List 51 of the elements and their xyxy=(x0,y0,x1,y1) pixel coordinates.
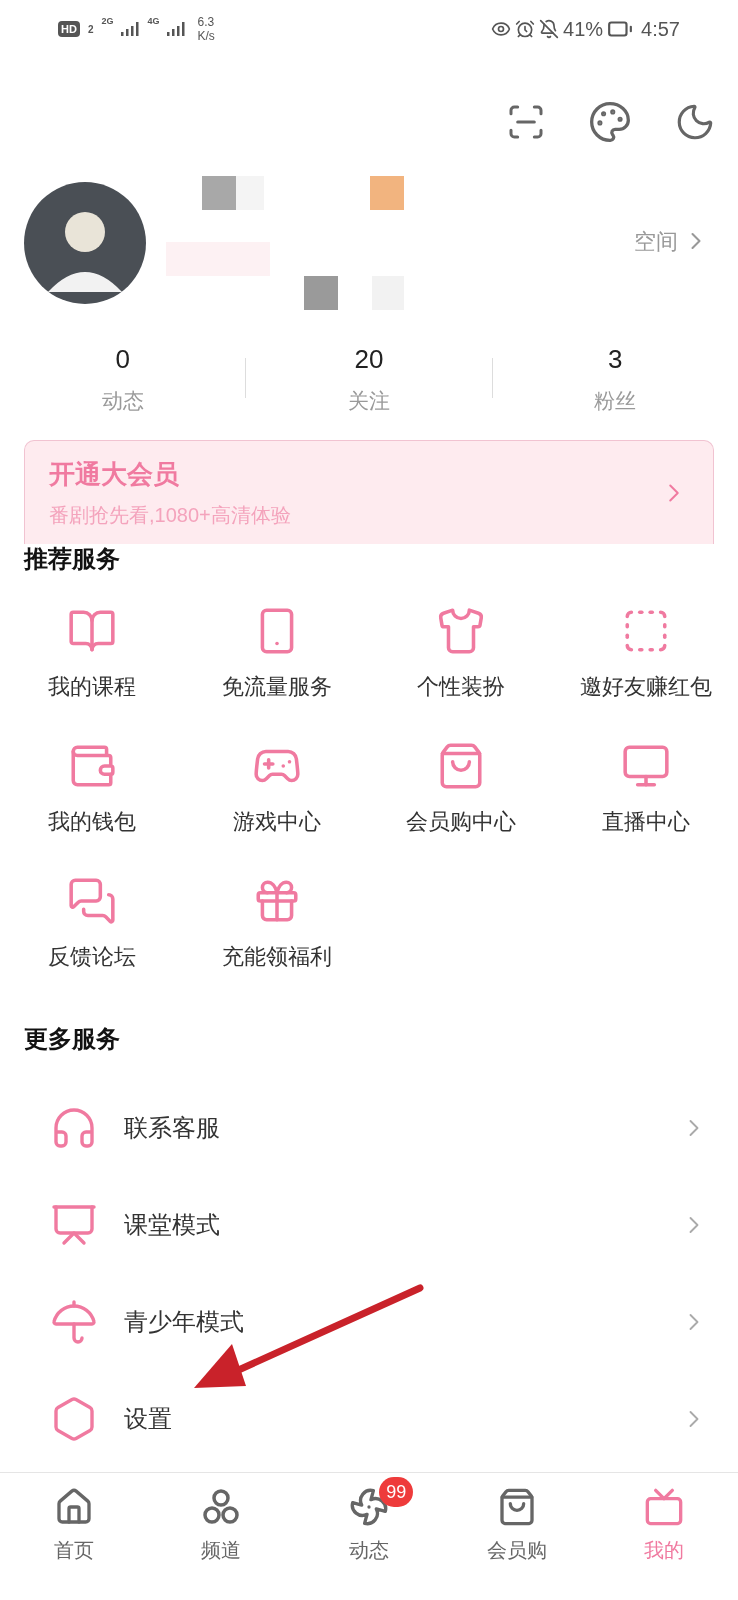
umbrella-icon xyxy=(50,1297,98,1346)
stat-item[interactable]: 3 粉丝 xyxy=(492,339,738,417)
service-item[interactable]: 游戏中心 xyxy=(184,741,369,838)
stat-value: 20 xyxy=(354,342,384,376)
count-badge: 99 xyxy=(379,1477,414,1507)
stat-value: 0 xyxy=(115,342,130,376)
service-item[interactable]: 个性装扮 xyxy=(369,606,554,703)
section-heading: 更多服务 xyxy=(23,1024,121,1054)
nav-tab[interactable]: 会员购 xyxy=(442,1473,591,1600)
signal-icon xyxy=(121,22,140,36)
vip-title: 开通大会员 xyxy=(49,458,180,491)
menu-row[interactable]: 课堂模式 xyxy=(0,1176,738,1273)
stat-label: 关注 xyxy=(348,387,390,414)
service-item[interactable]: 会员购中心 xyxy=(369,741,554,838)
stat-value: 3 xyxy=(608,342,623,376)
network-label: 4G xyxy=(147,15,160,28)
nav-tab[interactable]: 动态 99 xyxy=(295,1473,443,1600)
clock-time: 4:57 xyxy=(641,17,680,42)
stat-label: 动态 xyxy=(101,387,144,414)
stat-label: 粉丝 xyxy=(594,387,637,414)
sim-number: 2 xyxy=(87,22,94,37)
menu-row[interactable]: 联系客服 xyxy=(0,1079,738,1176)
palette-icon xyxy=(588,100,632,144)
tv-icon xyxy=(644,1487,685,1527)
chat-icon xyxy=(67,876,118,926)
alarm-icon xyxy=(515,19,536,39)
bell-off-icon xyxy=(539,19,560,39)
speed-unit: K/s xyxy=(197,29,215,43)
battery-percent: 41% xyxy=(563,17,604,42)
service-item[interactable]: 直播中心 xyxy=(553,741,738,838)
network-label: 2G xyxy=(101,15,114,28)
pinwheel-icon xyxy=(349,1487,389,1527)
eye-icon xyxy=(491,19,512,39)
speed-value: 6.3 xyxy=(197,15,215,29)
menu-row[interactable]: 设置 xyxy=(0,1370,738,1467)
service-item[interactable]: 反馈论坛 xyxy=(0,876,185,973)
three-circles-icon xyxy=(201,1487,242,1527)
service-item[interactable]: 充能领福利 xyxy=(184,876,369,973)
menu-row[interactable]: 青少年模式 xyxy=(0,1273,738,1370)
stat-item[interactable]: 0 动态 xyxy=(0,339,246,417)
service-item[interactable]: 免流量服务 xyxy=(184,606,369,703)
stat-item[interactable]: 20 关注 xyxy=(246,339,492,417)
vip-subtitle: 番剧抢先看,1080+高清体验 xyxy=(49,503,292,528)
nav-tab[interactable]: 首页 xyxy=(0,1473,148,1600)
hd-badge: HD xyxy=(58,20,80,38)
service-item[interactable]: 我的钱包 xyxy=(0,741,185,838)
service-item[interactable]: 邀好友赚红包 xyxy=(553,606,738,703)
section-heading: 推荐服务 xyxy=(22,546,121,572)
signal-icon xyxy=(167,22,186,36)
nav-tab[interactable]: 频道 xyxy=(147,1473,296,1600)
service-item[interactable]: 我的课程 xyxy=(0,606,185,703)
